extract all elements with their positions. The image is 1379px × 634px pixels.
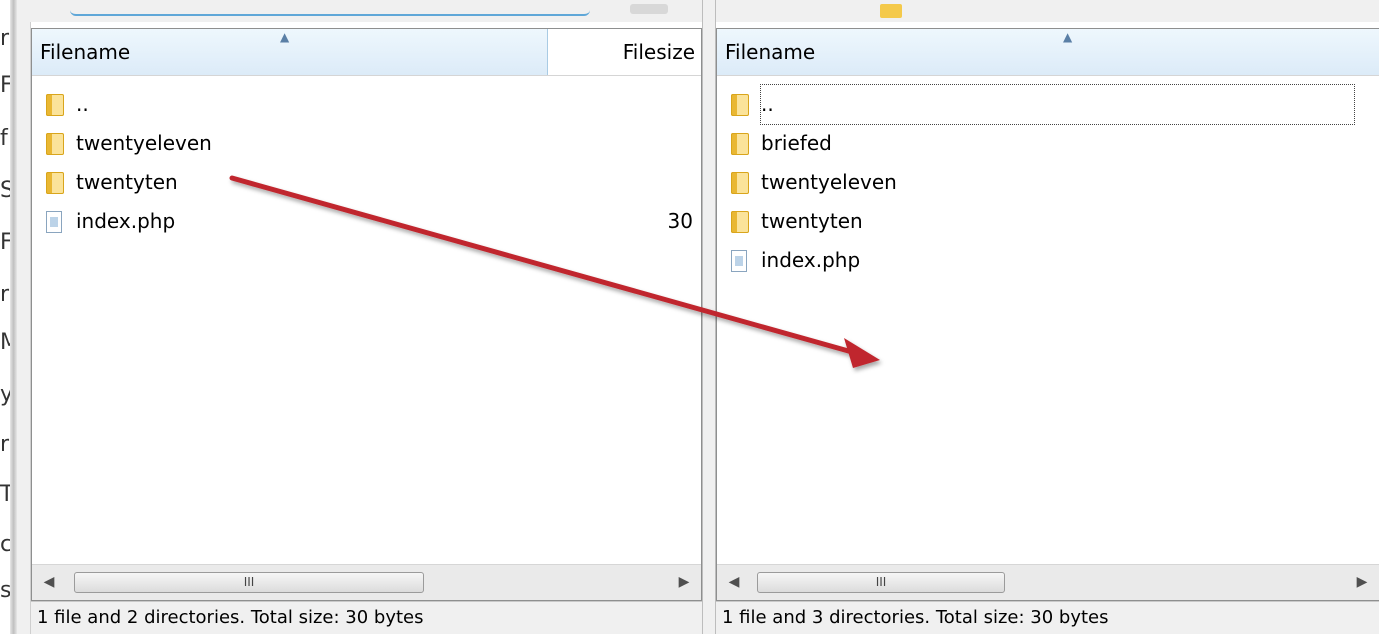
folder-icon [731, 172, 749, 194]
list-item[interactable]: briefed [717, 124, 1379, 163]
list-item-name: index.php [761, 248, 861, 272]
list-item[interactable]: twentyten [717, 202, 1379, 241]
scroll-thumb[interactable]: III [757, 572, 1005, 593]
list-item[interactable]: .. [717, 84, 1379, 125]
list-item-size: 30 [667, 209, 693, 233]
edge-letter: y [0, 382, 10, 407]
left-path-field-edge [70, 6, 590, 16]
list-item-name: twentyeleven [761, 170, 897, 194]
column-header-filename-label: Filename [40, 40, 131, 64]
left-edge-text-strip: r F f S F r M y r T c s [0, 0, 10, 634]
column-header-filename[interactable]: ▲ Filename [32, 29, 548, 75]
edge-letter: c [0, 532, 10, 557]
list-item-name: index.php [76, 209, 176, 233]
remote-file-list: ▲ Filename .. briefed twentyeleven twent… [716, 28, 1379, 601]
edge-letter: F [0, 230, 10, 255]
horizontal-scrollbar[interactable]: ◀ III ▶ [717, 564, 1379, 600]
left-top-button-edge [630, 4, 668, 14]
folder-icon [46, 94, 64, 116]
scroll-thumb[interactable]: III [74, 572, 424, 593]
column-header-filename[interactable]: ▲ Filename [717, 29, 1379, 75]
list-header: ▲ Filename [717, 29, 1379, 76]
column-header-filesize-label: Filesize [622, 40, 695, 64]
edge-letter: s [0, 578, 10, 603]
local-status-bar: 1 file and 2 directories. Total size: 30… [31, 601, 702, 634]
left-splitter[interactable] [10, 0, 17, 634]
folder-icon [46, 172, 64, 194]
file-icon [46, 211, 62, 233]
left-splitter-track [17, 0, 31, 634]
file-rows: .. twentyeleven twentyten index.php 30 [32, 85, 701, 241]
list-item-name: twentyten [761, 209, 863, 233]
edge-letter: f [0, 126, 8, 151]
folder-icon [731, 211, 749, 233]
right-top-toolbar-strip [714, 0, 1379, 22]
list-item-name: .. [76, 92, 89, 116]
column-header-filesize[interactable]: Filesize [548, 29, 701, 75]
edge-letter: r [0, 432, 10, 457]
pane-splitter[interactable] [702, 0, 716, 634]
scroll-right-icon[interactable]: ▶ [1345, 565, 1379, 600]
scroll-right-icon[interactable]: ▶ [667, 565, 701, 600]
remote-status-bar: 1 file and 3 directories. Total size: 30… [716, 601, 1379, 634]
scroll-left-icon[interactable]: ◀ [717, 565, 751, 600]
list-item-name: briefed [761, 131, 832, 155]
list-header: ▲ Filename Filesize [32, 29, 701, 76]
sort-ascending-icon: ▲ [280, 30, 290, 44]
edge-letter: S [0, 178, 10, 203]
list-item[interactable]: index.php 30 [32, 202, 701, 241]
list-item-name: .. [760, 84, 1355, 125]
folder-icon [731, 94, 749, 116]
edge-letter: r [0, 282, 10, 307]
edge-letter: M [0, 330, 10, 355]
list-item[interactable]: .. [32, 85, 701, 124]
local-file-list: ▲ Filename Filesize .. twentyeleven twen… [31, 28, 702, 601]
sort-ascending-icon: ▲ [1063, 30, 1073, 44]
list-item[interactable]: index.php [717, 241, 1379, 280]
column-header-filename-label: Filename [725, 40, 816, 64]
list-item-name: twentyten [76, 170, 178, 194]
list-item[interactable]: twentyeleven [717, 163, 1379, 202]
list-item[interactable]: twentyten [32, 163, 701, 202]
edge-letter: T [0, 482, 10, 507]
folder-icon [731, 133, 749, 155]
folder-icon [46, 133, 64, 155]
folder-icon [880, 4, 902, 18]
edge-letter: F [0, 73, 10, 98]
scroll-left-icon[interactable]: ◀ [32, 565, 66, 600]
list-item-name: twentyeleven [76, 131, 212, 155]
file-icon [731, 250, 747, 272]
edge-letter: r [0, 26, 10, 51]
file-rows: .. briefed twentyeleven twentyten index.… [717, 84, 1379, 280]
list-item[interactable]: twentyeleven [32, 124, 701, 163]
horizontal-scrollbar[interactable]: ◀ III ▶ [32, 564, 701, 600]
